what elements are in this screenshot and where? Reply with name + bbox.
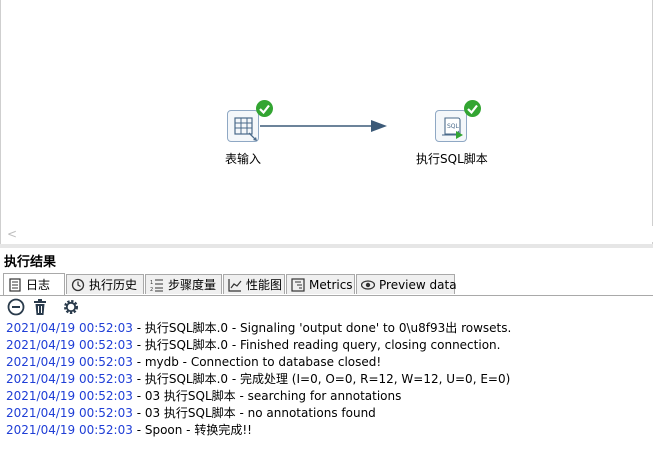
log-line: 2021/04/19 00:52:03 - 执行SQL脚本.0 - Finish…: [6, 337, 500, 354]
step-ok-icon: [256, 100, 273, 117]
log-timestamp: 2021/04/19 00:52:03: [6, 406, 133, 420]
history-icon: [71, 278, 85, 292]
step-label-sql-script: 执行SQL脚本: [416, 152, 488, 166]
metrics-icon: [291, 277, 305, 292]
step-label-table-input: 表输入: [225, 152, 262, 166]
tab-label: 性能图: [246, 278, 283, 292]
tab-label: Preview data: [379, 277, 457, 292]
log-line: 2021/04/19 00:52:03 - 03 执行SQL脚本 - searc…: [6, 388, 401, 405]
tab-step-metrics[interactable]: 1 2 步骤度量: [145, 274, 222, 294]
preview-eye-icon: [360, 278, 376, 292]
tab-label: 日志: [26, 278, 51, 292]
log-toolbar: [0, 296, 653, 320]
results-title: 执行结果: [4, 255, 57, 270]
log-line: 2021/04/19 00:52:03 - mydb - Connection …: [6, 354, 381, 371]
performance-graph-icon: [228, 278, 242, 292]
svg-text:1: 1: [150, 280, 153, 286]
delete-icon[interactable]: [31, 298, 49, 316]
transformation-canvas[interactable]: 表输入 SQL 执行SQL脚本 <: [0, 0, 653, 244]
step-table-input[interactable]: [227, 110, 259, 142]
log-message: - mydb - Connection to database closed!: [132, 355, 382, 369]
log-icon: [8, 277, 22, 292]
log-line: 2021/04/19 00:52:03 - 执行SQL脚本.0 - Signal…: [6, 320, 511, 337]
log-message: - 03 执行SQL脚本 - no annotations found: [132, 406, 376, 420]
step-metrics-icon: 1 2: [150, 278, 164, 293]
tab-label: Metrics: [309, 277, 353, 292]
log-timestamp: 2021/04/19 00:52:03: [6, 355, 133, 369]
settings-icon[interactable]: [62, 298, 80, 316]
tab-log[interactable]: 日志: [3, 273, 65, 295]
hop-arrow[interactable]: [1, 0, 653, 244]
svg-text:SQL: SQL: [447, 123, 460, 130]
log-line: 2021/04/19 00:52:03 - Spoon - 转换完成!!: [6, 422, 252, 439]
svg-text:2: 2: [150, 287, 153, 292]
log-timestamp: 2021/04/19 00:52:03: [6, 372, 133, 386]
canvas-horizontal-scrollbar[interactable]: <: [1, 226, 653, 242]
tab-label: 步骤度量: [168, 278, 217, 292]
scroll-left-icon[interactable]: <: [7, 227, 17, 241]
step-sql-script[interactable]: SQL: [435, 110, 467, 142]
tab-history[interactable]: 执行历史: [66, 274, 144, 294]
tab-preview-data[interactable]: Preview data: [356, 274, 457, 294]
log-line: 2021/04/19 00:52:03 - 03 执行SQL脚本 - no an…: [6, 405, 376, 422]
tab-metrics[interactable]: Metrics: [286, 274, 355, 294]
log-timestamp: 2021/04/19 00:52:03: [6, 389, 133, 403]
log-message: - 执行SQL脚本.0 - Finished reading query, cl…: [132, 338, 501, 352]
tab-label: 执行历史: [89, 278, 138, 292]
step-ok-icon: [464, 100, 481, 117]
log-message: - 执行SQL脚本.0 - 完成处理 (I=0, O=0, R=12, W=12…: [132, 372, 511, 386]
log-timestamp: 2021/04/19 00:52:03: [6, 338, 133, 352]
tab-performance-graph[interactable]: 性能图: [223, 274, 285, 294]
log-message: - Spoon - 转换完成!!: [132, 423, 252, 437]
log-line: 2021/04/19 00:52:03 - 执行SQL脚本.0 - 完成处理 (…: [6, 371, 510, 388]
log-message: - 执行SQL脚本.0 - Signaling 'output done' to…: [132, 321, 512, 335]
panel-sash[interactable]: [0, 244, 653, 248]
clear-log-icon[interactable]: [7, 298, 25, 316]
log-timestamp: 2021/04/19 00:52:03: [6, 423, 133, 437]
log-message: - 03 执行SQL脚本 - searching for annotations: [132, 389, 402, 403]
log-timestamp: 2021/04/19 00:52:03: [6, 321, 133, 335]
log-output[interactable]: 2021/04/19 00:52:03 - 执行SQL脚本.0 - Signal…: [0, 320, 653, 449]
results-tab-bar: 日志 执行历史 1 2 步骤度量 性能图 Metrics Preview dat…: [0, 273, 653, 296]
